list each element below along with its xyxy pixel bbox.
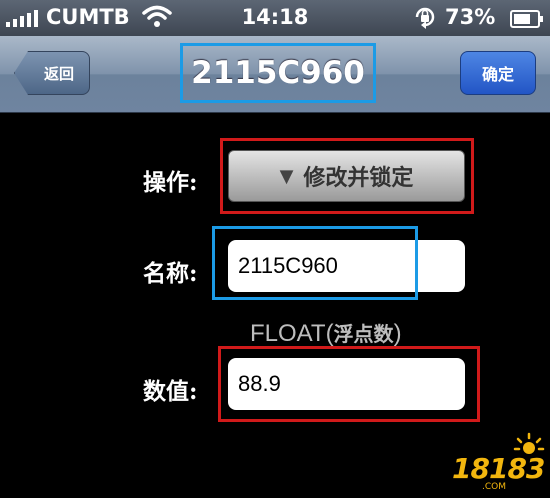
type-hint-cn: 浮点数 [333,322,394,346]
name-label: 名称: [143,260,198,287]
operation-value: 修改并锁定 [303,165,414,191]
watermark-text: 18183 [452,452,545,485]
site-watermark: 18183 .COM [424,432,546,494]
page-title: 2115C960 [191,55,365,91]
confirm-button[interactable]: 确定 [460,51,536,95]
battery-percent: 73% [445,5,496,29]
dropdown-caret-icon: ▼ [279,165,294,187]
type-hint-prefix: FLOAT( [250,320,334,347]
value-input-text: 88.9 [238,371,281,396]
operation-dropdown[interactable]: ▼ 修改并锁定 [228,150,465,202]
type-hint: FLOAT(浮点数) [250,318,402,348]
value-label: 数值: [143,378,198,405]
back-button[interactable]: 返回 [14,51,90,95]
rotation-lock-icon [412,4,438,35]
battery-icon [510,10,543,28]
navigation-bar: 返回 2115C960 确定 [0,36,550,113]
status-bar: CUMTB 14:18 73% [0,0,550,36]
nav-title-highlight: 2115C960 [180,43,376,103]
operation-label: 操作: [143,169,198,196]
type-hint-suffix: ) [393,320,402,347]
name-highlight-frame [212,226,418,300]
value-field[interactable]: 88.9 [228,358,465,410]
watermark-sub: .COM [482,482,506,492]
